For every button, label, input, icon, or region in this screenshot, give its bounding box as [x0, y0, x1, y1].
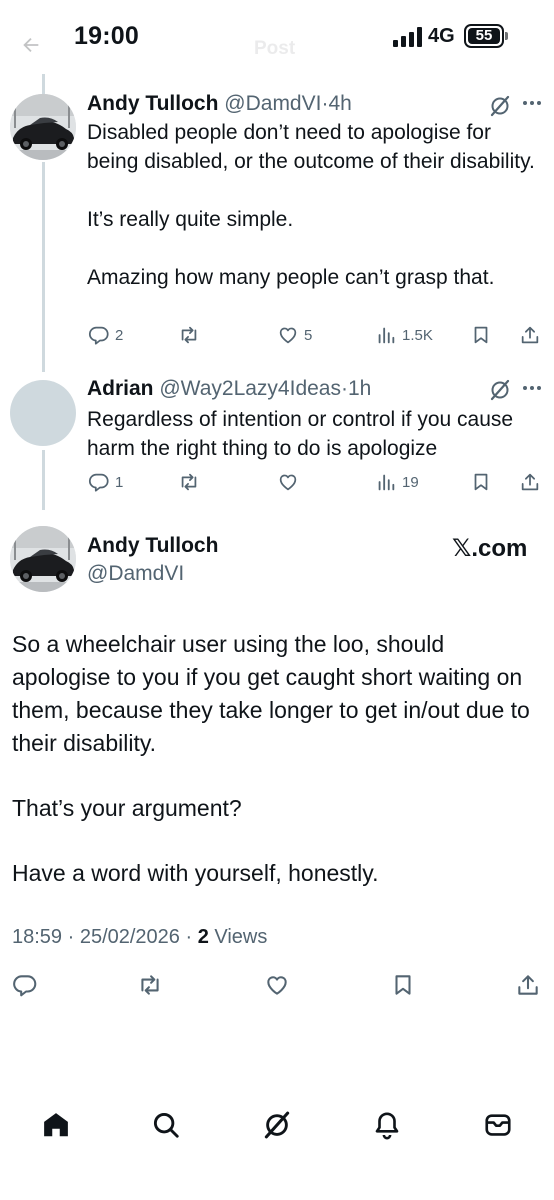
like-button[interactable] — [277, 471, 304, 493]
battery-icon: 55 — [464, 24, 504, 48]
status-bar: Post 19:00 4G 55 — [0, 0, 554, 74]
share-icon[interactable] — [515, 972, 541, 998]
bookmark-icon — [474, 473, 488, 491]
tweet-text: Disabled people don’t need to apologise … — [87, 118, 537, 292]
views-label: Views — [208, 926, 268, 948]
tweet-text: Regardless of intention or control if yo… — [87, 405, 537, 463]
thread-line-bottom — [42, 450, 45, 510]
tweet-header: Adrian @Way2Lazy4Ideas·1h — [87, 377, 371, 401]
clock: 19:00 — [74, 22, 139, 50]
post-time: 1h — [348, 377, 372, 400]
like-icon — [279, 474, 297, 491]
repost-button[interactable] — [178, 471, 205, 493]
author-name[interactable]: Andy Tulloch — [87, 534, 218, 558]
avatar[interactable] — [10, 380, 76, 446]
home-icon[interactable] — [41, 1110, 71, 1140]
post-text: So a wheelchair user using the loo, shou… — [12, 628, 542, 890]
share-icon — [521, 473, 539, 491]
share-icon — [521, 326, 539, 344]
reply-count: 2 — [115, 326, 124, 344]
bookmark-button[interactable] — [470, 324, 492, 346]
reply-button[interactable]: 1 — [88, 471, 123, 493]
post-timestamp: 18:59 · 25/02/2026 · — [12, 926, 198, 948]
post-paragraph: Have a word with yourself, honestly. — [12, 860, 379, 886]
more-icon[interactable] — [522, 385, 542, 391]
reply-count: 1 — [115, 473, 124, 491]
post-paragraph: So a wheelchair user using the loo, shou… — [12, 631, 530, 756]
network-type: 4G — [428, 25, 455, 47]
more-icon[interactable] — [522, 100, 542, 106]
thread-line-top — [42, 74, 45, 94]
like-icon[interactable] — [264, 972, 290, 998]
battery-nub — [505, 32, 508, 40]
header-title: Post — [254, 38, 296, 59]
thread-line-middle — [42, 162, 45, 372]
author-name[interactable]: Andy Tulloch — [87, 92, 218, 115]
repost-icon — [181, 473, 197, 491]
back-arrow-icon[interactable] — [20, 34, 42, 56]
tweet-paragraph: Regardless of intention or control if yo… — [87, 408, 514, 460]
tweet-paragraph: Disabled people don’t need to apologise … — [87, 121, 535, 173]
views-count: 1.5K — [402, 326, 433, 344]
views-button[interactable]: 1.5K — [375, 324, 433, 346]
post-meta: 18:59 · 25/02/2026 · 2 Views — [12, 926, 267, 949]
car-photo-icon — [10, 94, 76, 160]
like-count: 5 — [304, 326, 313, 344]
messages-icon[interactable] — [483, 1110, 513, 1140]
avatar[interactable] — [10, 94, 76, 160]
search-icon[interactable] — [151, 1110, 181, 1140]
bookmark-button[interactable] — [470, 471, 492, 493]
battery-level: 55 — [468, 28, 500, 44]
repost-button[interactable] — [178, 324, 205, 346]
grok-icon[interactable] — [262, 1110, 292, 1140]
views-icon — [378, 474, 395, 491]
like-button[interactable]: 5 — [277, 324, 312, 346]
notifications-icon[interactable] — [372, 1110, 402, 1140]
separator-dot: · — [341, 377, 348, 400]
views-button[interactable]: 19 — [375, 471, 419, 493]
reply-icon[interactable] — [12, 972, 38, 998]
grok-icon[interactable] — [488, 94, 512, 118]
grok-icon[interactable] — [488, 378, 512, 402]
views-icon — [378, 327, 395, 344]
share-button[interactable] — [519, 324, 541, 346]
car-photo-icon — [10, 526, 76, 592]
signal-icon — [393, 27, 422, 47]
post-paragraph: That’s your argument? — [12, 795, 242, 821]
tweet-header: Andy Tulloch @DamdVI·4h — [87, 92, 352, 116]
bookmark-icon — [474, 326, 488, 344]
post-time: 4h — [328, 92, 352, 115]
reply-icon — [88, 473, 109, 492]
avatar[interactable] — [10, 526, 76, 592]
reply-button[interactable]: 2 — [88, 324, 123, 346]
tweet-paragraph: Amazing how many people can’t grasp that… — [87, 266, 495, 289]
author-name[interactable]: Adrian — [87, 377, 154, 400]
author-handle[interactable]: @DamdVI — [224, 92, 321, 115]
repost-icon — [181, 326, 197, 344]
author-handle[interactable]: @Way2Lazy4Ideas — [159, 377, 341, 400]
bookmark-icon[interactable] — [390, 972, 416, 998]
xcom-watermark: 𝕏.com — [452, 535, 528, 562]
share-button[interactable] — [519, 471, 541, 493]
repost-icon[interactable] — [137, 972, 163, 998]
views-count: 19 — [402, 473, 419, 491]
like-icon — [279, 327, 297, 344]
reply-icon — [88, 326, 109, 345]
author-handle[interactable]: @DamdVI — [87, 562, 184, 586]
tweet-paragraph: It’s really quite simple. — [87, 208, 294, 231]
views-count[interactable]: 2 — [198, 926, 209, 948]
